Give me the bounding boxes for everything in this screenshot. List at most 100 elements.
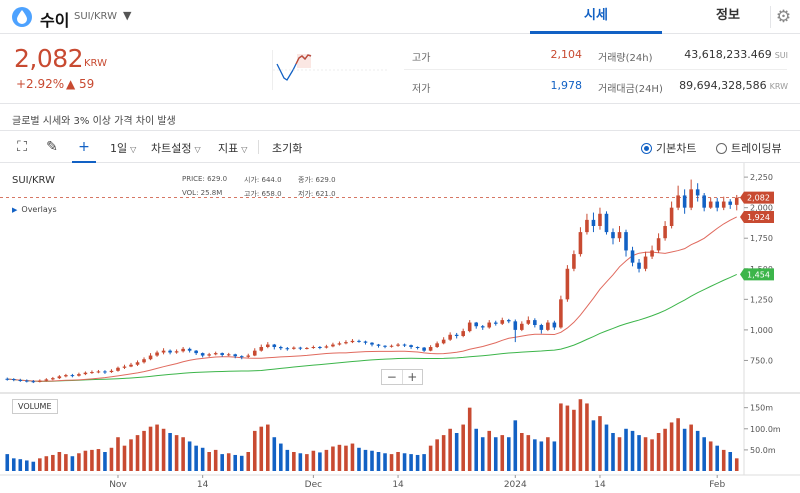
- candle-body: [200, 353, 205, 356]
- ohlc-price: PRICE: 629.0: [182, 175, 228, 183]
- coin-dropdown-icon[interactable]: ▼: [123, 9, 131, 22]
- gear-icon[interactable]: ⚙: [770, 6, 792, 28]
- volume-bar: [559, 403, 563, 471]
- volume-bar: [702, 437, 706, 471]
- candle-body: [467, 322, 472, 332]
- candle-body: [161, 350, 166, 353]
- candle-body: [506, 320, 511, 322]
- volume-bar: [18, 459, 23, 471]
- price-summary: 2,082 KRW +2.92% ▲ 59 고가 2,104 저가 1,978 …: [0, 34, 800, 104]
- interval-select[interactable]: 1일 ▽: [110, 140, 136, 156]
- svg-text:1,924: 1,924: [747, 213, 770, 222]
- candle-body: [669, 207, 674, 226]
- x-tick-label: 14: [594, 480, 606, 490]
- candle-body: [90, 372, 94, 374]
- volume-tick-label: 150m: [750, 404, 773, 413]
- candle-body: [226, 354, 231, 356]
- fullscreen-icon[interactable]: ⛶: [12, 137, 32, 157]
- candle-body: [31, 381, 36, 383]
- candle-body: [168, 350, 172, 353]
- price-chart[interactable]: 750.01,0001,2501,5001,7502,0002,25050.0m…: [0, 163, 800, 493]
- candle-body: [279, 347, 283, 349]
- candle-body: [142, 359, 146, 363]
- volume-bar: [239, 455, 244, 471]
- candle-body: [617, 232, 622, 239]
- current-price: 2,082: [14, 44, 84, 73]
- volume-bar: [526, 435, 531, 471]
- volume-bar: [83, 450, 88, 471]
- volume-bar: [265, 424, 270, 471]
- low-value: 1,978: [550, 79, 583, 92]
- candle-body: [578, 232, 583, 255]
- candle-body: [285, 348, 290, 350]
- indicators-select[interactable]: 지표 ▽: [218, 140, 247, 156]
- volume-bar: [422, 454, 426, 471]
- candle-body: [604, 213, 609, 233]
- candle-body: [402, 344, 407, 346]
- change-amount: ▲ 59: [66, 77, 95, 91]
- chart-pair-label: SUI/KRW: [12, 175, 55, 186]
- crosshair-icon[interactable]: +: [72, 137, 96, 163]
- chart-canvas[interactable]: 750.01,0001,2501,5001,7502,0002,25050.0m…: [0, 163, 800, 493]
- volume-tick-label: 100.0m: [750, 425, 781, 434]
- change-rate: +2.92%: [16, 77, 65, 91]
- candle-body: [409, 345, 413, 347]
- volume-bar: [480, 437, 485, 471]
- candle-body: [292, 347, 296, 349]
- tradingview-radio[interactable]: 트레이딩뷰: [716, 140, 782, 156]
- volume-bar: [272, 437, 277, 471]
- overlays-toggle[interactable]: ▶ Overlays: [12, 205, 57, 214]
- volume-bar: [656, 433, 661, 471]
- basic-chart-radio[interactable]: 기본차트: [641, 140, 696, 156]
- toolbar-divider: [258, 140, 259, 154]
- radio-empty-icon: [716, 142, 727, 154]
- high-value: 2,104: [550, 48, 583, 61]
- volume-bar: [129, 439, 133, 471]
- candle-body: [363, 341, 368, 343]
- candle-body: [194, 350, 198, 354]
- radio-selected-icon: [641, 142, 652, 154]
- volume-bar: [252, 430, 257, 471]
- candle-body: [728, 201, 733, 205]
- candle-body: [676, 195, 680, 208]
- candle-body: [57, 376, 62, 379]
- zoom-out-button[interactable]: −: [382, 370, 402, 384]
- chart-toolbar: ⛶ ✎ + 1일 ▽ 차트설정 ▽ 지표 ▽ 초기화 기본차트 트레이딩뷰: [0, 131, 800, 163]
- volume-bar: [721, 449, 726, 471]
- price-gap-notice: 글로벌 시세와 3% 이상 가격 차이 발생: [0, 104, 800, 131]
- candle-body: [181, 348, 185, 352]
- candle-body: [83, 372, 88, 375]
- candle-body: [116, 367, 120, 371]
- volume-bar: [44, 456, 49, 471]
- volume-bar: [116, 437, 120, 471]
- candle-body: [435, 343, 439, 347]
- stat-divider: [404, 69, 787, 70]
- svg-text:2,082: 2,082: [747, 194, 770, 203]
- candle-body: [155, 352, 159, 356]
- volume-bar: [650, 439, 654, 471]
- candle-body: [448, 334, 452, 340]
- zoom-in-button[interactable]: +: [401, 370, 423, 384]
- candle-body: [324, 346, 329, 348]
- volume-bar: [409, 454, 413, 471]
- volume-bar: [5, 454, 10, 471]
- candle-body: [259, 347, 264, 351]
- candle-body: [207, 354, 211, 356]
- reset-button[interactable]: 초기화: [272, 140, 302, 156]
- pencil-icon[interactable]: ✎: [42, 137, 62, 157]
- candle-body: [252, 350, 257, 356]
- candle-body: [415, 347, 420, 348]
- candle-body: [213, 353, 218, 355]
- volume-bar: [318, 452, 322, 471]
- svg-text:1,454: 1,454: [747, 270, 770, 279]
- candle-body: [265, 344, 270, 347]
- volume-bar: [572, 409, 576, 471]
- volume-bar: [109, 447, 114, 471]
- candle-body: [734, 197, 739, 205]
- tab-price[interactable]: 시세: [530, 0, 662, 34]
- current-price-tag: 2,082: [740, 191, 774, 204]
- candle-body: [591, 219, 596, 226]
- chart-settings-select[interactable]: 차트설정 ▽: [151, 140, 201, 156]
- volume-bar: [337, 444, 342, 471]
- volume-bar: [51, 454, 55, 471]
